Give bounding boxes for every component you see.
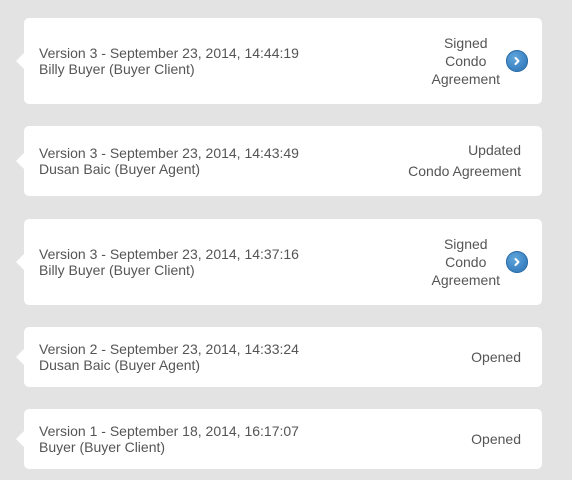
version-timestamp: Version 3 - September 23, 2014, 14:37:16 — [39, 246, 299, 262]
history-item: Version 3 - September 23, 2014, 14:43:49… — [16, 126, 542, 196]
status-line: Condo Agreement — [408, 163, 521, 179]
history-item-info: Version 3 - September 23, 2014, 14:43:49… — [39, 145, 299, 177]
view-details-button[interactable] — [506, 251, 528, 273]
status-line: Opened — [471, 431, 521, 447]
status-text: Opened — [471, 348, 521, 366]
status-line: Updated — [468, 142, 521, 158]
history-item-info: Version 3 - September 23, 2014, 14:37:16… — [39, 246, 299, 278]
status-text: Signed Condo Agreement — [432, 34, 500, 88]
history-item-info: Version 2 - September 23, 2014, 14:33:24… — [39, 341, 299, 373]
history-item: Version 1 - September 18, 2014, 16:17:07… — [16, 409, 542, 469]
status-text: Signed Condo Agreement — [432, 235, 500, 289]
status-line: Opened — [471, 349, 521, 365]
chevron-right-icon — [514, 258, 520, 266]
history-item: Version 3 - September 23, 2014, 14:37:16… — [16, 219, 542, 305]
status-line: Condo — [445, 254, 487, 270]
status-line: Signed — [443, 236, 488, 252]
version-timestamp: Version 3 - September 23, 2014, 14:44:19 — [39, 45, 299, 61]
chevron-right-icon — [514, 57, 520, 65]
history-item: Version 3 - September 23, 2014, 14:44:19… — [16, 18, 542, 104]
status-text: Opened — [471, 430, 521, 448]
history-item: Version 2 - September 23, 2014, 14:33:24… — [16, 327, 542, 387]
version-timestamp: Version 3 - September 23, 2014, 14:43:49 — [39, 145, 299, 161]
status-line: Condo — [445, 53, 487, 69]
status-line: Signed — [443, 35, 488, 51]
user-name: Billy Buyer (Buyer Client) — [39, 262, 195, 278]
history-item-info: Version 1 - September 18, 2014, 16:17:07… — [39, 423, 299, 455]
user-name: Dusan Baic (Buyer Agent) — [39, 357, 201, 373]
user-name: Buyer (Buyer Client) — [39, 439, 166, 455]
user-name: Billy Buyer (Buyer Client) — [39, 61, 195, 77]
version-timestamp: Version 1 - September 18, 2014, 16:17:07 — [39, 423, 299, 439]
history-item-info: Version 3 - September 23, 2014, 14:44:19… — [39, 45, 299, 77]
status-line: Agreement — [431, 272, 500, 288]
status-line: Agreement — [431, 71, 500, 87]
status-text: Updated Condo Agreement — [408, 140, 521, 182]
user-name: Dusan Baic (Buyer Agent) — [39, 161, 201, 177]
view-details-button[interactable] — [506, 50, 528, 72]
version-timestamp: Version 2 - September 23, 2014, 14:33:24 — [39, 341, 299, 357]
